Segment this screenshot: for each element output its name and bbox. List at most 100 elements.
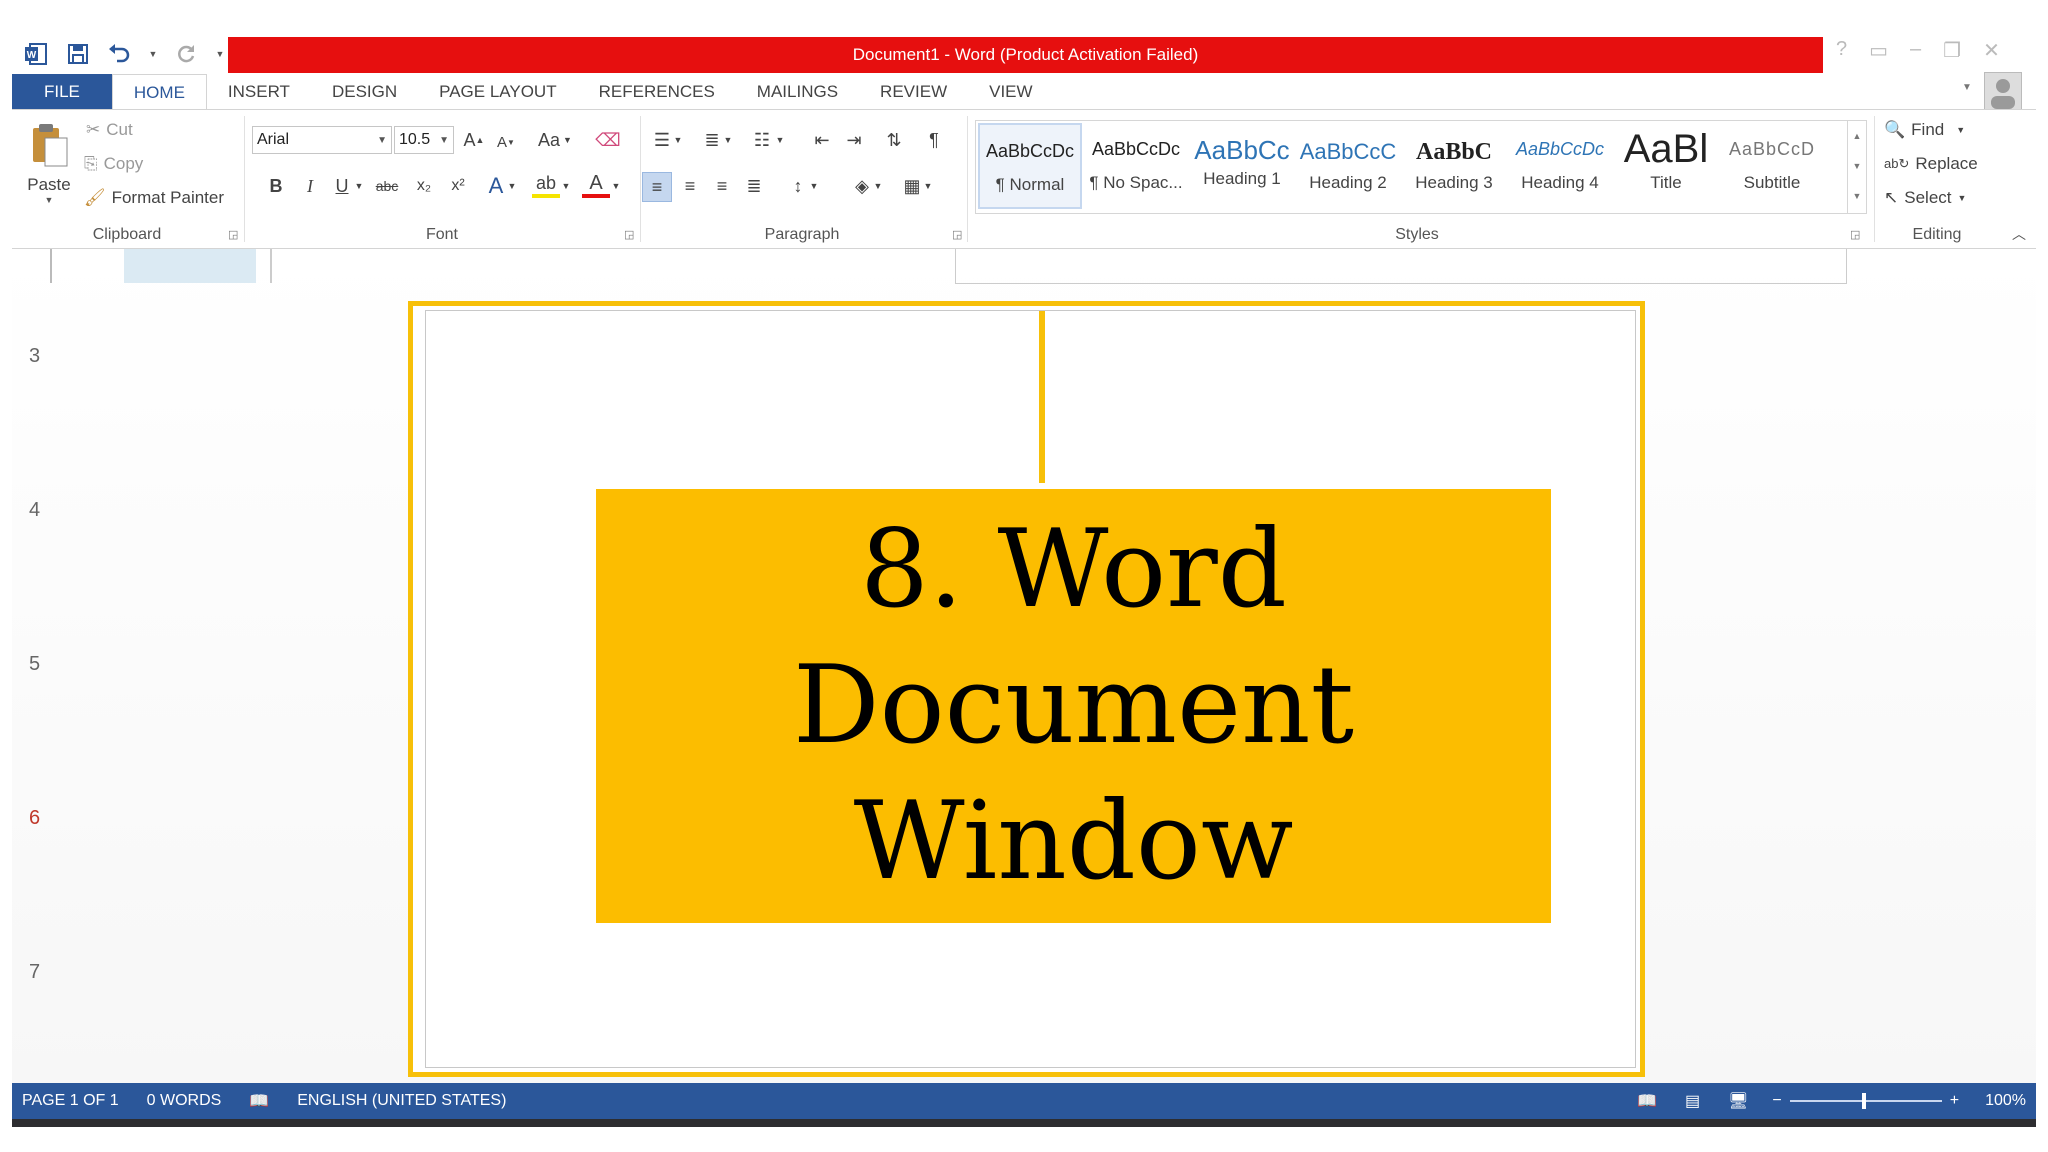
collapse-ribbon-icon[interactable]: ︿ xyxy=(2012,224,2026,244)
proofing-icon[interactable]: 📖 xyxy=(249,1091,269,1111)
title-banner[interactable]: 8. Word Document Window xyxy=(596,489,1551,923)
clear-formatting-icon[interactable]: ⌫ xyxy=(594,126,622,154)
tab-review[interactable]: REVIEW xyxy=(859,74,968,110)
word-logo-icon[interactable]: W xyxy=(22,40,50,68)
style-title[interactable]: AaBl Title xyxy=(1614,123,1718,209)
scroll-up-icon[interactable]: ▲ xyxy=(1848,121,1866,151)
grow-font-icon[interactable]: A ▲ xyxy=(460,126,488,154)
help-icon[interactable]: ? xyxy=(1836,38,1847,63)
increease-indent-icon[interactable]: ⇥ xyxy=(840,126,868,154)
paragraph-dialog-launcher-icon[interactable]: ◲ xyxy=(952,228,962,241)
language-indicator[interactable]: ENGLISH (UNITED STATES) xyxy=(297,1092,506,1110)
align-right-icon[interactable]: ≡ xyxy=(708,172,736,200)
customize-qat-icon[interactable]: ▼ xyxy=(214,40,226,68)
font-size-combo[interactable]: 10.5 ▼ xyxy=(394,126,454,154)
ribbon-display-options-icon[interactable]: ▭ xyxy=(1869,38,1888,63)
scroll-down-icon[interactable]: ▼ xyxy=(1848,151,1866,181)
change-case-button[interactable]: Aa ▼ xyxy=(532,126,578,154)
document-page[interactable]: 8. Word Document Window xyxy=(408,301,1645,1077)
zoom-in-icon[interactable]: + xyxy=(1950,1092,1959,1110)
redo-icon[interactable] xyxy=(172,40,200,68)
tab-mailings[interactable]: MAILINGS xyxy=(736,74,859,110)
style-no-spacing[interactable]: AaBbCcDc ¶ No Spac... xyxy=(1084,123,1188,209)
tab-file[interactable]: FILE xyxy=(12,74,112,110)
borders-dropdown-icon[interactable]: ▼ xyxy=(922,172,934,200)
format-painter-button[interactable]: 🖌 Format Painter xyxy=(84,188,224,208)
tab-references[interactable]: REFERENCES xyxy=(578,74,736,110)
style-subtitle[interactable]: AaBbCcD Subtitle xyxy=(1720,123,1824,209)
undo-dropdown-icon[interactable]: ▼ xyxy=(148,40,158,68)
restore-icon[interactable]: ❐ xyxy=(1943,38,1961,63)
decrease-indent-icon[interactable]: ⇤ xyxy=(808,126,836,154)
line-spacing-dropdown-icon[interactable]: ▼ xyxy=(808,172,820,200)
print-layout-icon[interactable]: ▤ xyxy=(1685,1091,1700,1111)
shrink-font-icon[interactable]: A ▼ xyxy=(492,128,520,156)
zoom-level[interactable]: 100% xyxy=(1985,1092,2026,1110)
shading-dropdown-icon[interactable]: ▼ xyxy=(872,172,884,200)
slide-thumbnail[interactable] xyxy=(50,249,122,283)
slide-number[interactable]: 3 xyxy=(29,345,40,368)
style-heading-1[interactable]: AaBbCc Heading 1 xyxy=(1190,123,1294,209)
strikethrough-button[interactable]: abc xyxy=(370,172,404,200)
highlight-dropdown-icon[interactable]: ▼ xyxy=(560,172,572,200)
save-icon[interactable] xyxy=(64,40,92,68)
align-left-icon[interactable]: ≡ xyxy=(642,172,672,202)
paste-button[interactable]: Paste ▼ xyxy=(24,122,74,222)
style-heading-3[interactable]: AaBbC Heading 3 xyxy=(1402,123,1506,209)
zoom-slider[interactable] xyxy=(1789,1093,1942,1109)
undo-icon[interactable] xyxy=(106,40,134,68)
bold-button[interactable]: B xyxy=(262,172,290,200)
bullets-dropdown-icon[interactable]: ▼ xyxy=(672,126,684,154)
account-avatar[interactable] xyxy=(1984,72,2022,110)
highlight-color-icon[interactable]: ab xyxy=(532,172,560,198)
justify-icon[interactable]: ≣ xyxy=(740,172,768,200)
underline-dropdown-icon[interactable]: ▼ xyxy=(352,172,366,200)
style-heading-2[interactable]: AaBbCcC Heading 2 xyxy=(1296,123,1400,209)
select-button[interactable]: ↖ Select ▼ xyxy=(1884,188,1966,208)
clipboard-dialog-launcher-icon[interactable]: ◲ xyxy=(228,228,238,241)
find-button[interactable]: 🔍 Find ▼ xyxy=(1884,120,1965,140)
multilevel-list-icon[interactable]: ☷ xyxy=(748,126,776,154)
font-name-combo[interactable]: Arial ▼ xyxy=(252,126,392,154)
styles-dialog-launcher-icon[interactable]: ◲ xyxy=(1850,228,1860,241)
font-dialog-launcher-icon[interactable]: ◲ xyxy=(624,228,634,241)
italic-button[interactable]: I xyxy=(296,172,324,200)
slide-number[interactable]: 7 xyxy=(29,961,40,984)
superscript-button[interactable]: x² xyxy=(444,172,472,200)
minimize-icon[interactable]: – xyxy=(1910,38,1921,63)
ribbon-collapse-dropdown-icon[interactable]: ▼ xyxy=(1962,82,1972,93)
style-heading-4[interactable]: AaBbCcDc Heading 4 xyxy=(1508,123,1612,209)
font-color-dropdown-icon[interactable]: ▼ xyxy=(610,172,622,200)
tab-view[interactable]: VIEW xyxy=(968,74,1053,110)
copy-button[interactable]: ⎘ Copy xyxy=(84,154,143,174)
web-layout-icon[interactable]: 🖥 xyxy=(1728,1091,1748,1111)
slide-thumbnail[interactable] xyxy=(124,249,256,283)
read-mode-icon[interactable]: 📖 xyxy=(1637,1091,1657,1111)
cut-button[interactable]: ✂ Cut xyxy=(86,120,133,140)
font-color-icon[interactable]: A xyxy=(582,172,610,198)
page-count[interactable]: PAGE 1 OF 1 xyxy=(22,1092,119,1110)
replace-button[interactable]: ab↻ Replace xyxy=(1884,154,1978,174)
numbering-dropdown-icon[interactable]: ▼ xyxy=(722,126,734,154)
tab-home[interactable]: HOME xyxy=(111,74,207,111)
align-center-icon[interactable]: ≡ xyxy=(676,172,704,200)
slide-number[interactable]: 4 xyxy=(29,499,40,522)
multilevel-dropdown-icon[interactable]: ▼ xyxy=(774,126,786,154)
style-name: Heading 1 xyxy=(1203,169,1281,188)
paste-dropdown-icon[interactable]: ▼ xyxy=(24,195,74,205)
sort-icon[interactable]: ⇅ xyxy=(880,126,908,154)
slide-number-active[interactable]: 6 xyxy=(29,807,40,830)
style-normal[interactable]: AaBbCcDc ¶ Normal xyxy=(978,123,1082,209)
zoom-out-icon[interactable]: − xyxy=(1772,1092,1781,1110)
subscript-button[interactable]: x₂ xyxy=(410,172,438,200)
tab-insert[interactable]: INSERT xyxy=(207,74,311,110)
styles-more-icon[interactable]: ▼ xyxy=(1848,181,1866,211)
zoom-slider-thumb[interactable] xyxy=(1861,1093,1866,1109)
tab-design[interactable]: DESIGN xyxy=(311,74,418,110)
slide-number[interactable]: 5 xyxy=(29,653,40,676)
close-icon[interactable]: ✕ xyxy=(1983,38,2000,63)
show-formatting-marks-icon[interactable]: ¶ xyxy=(920,126,948,154)
tab-page-layout[interactable]: PAGE LAYOUT xyxy=(418,74,577,110)
word-count[interactable]: 0 WORDS xyxy=(147,1092,222,1110)
text-effects-dropdown-icon[interactable]: ▼ xyxy=(506,172,518,200)
